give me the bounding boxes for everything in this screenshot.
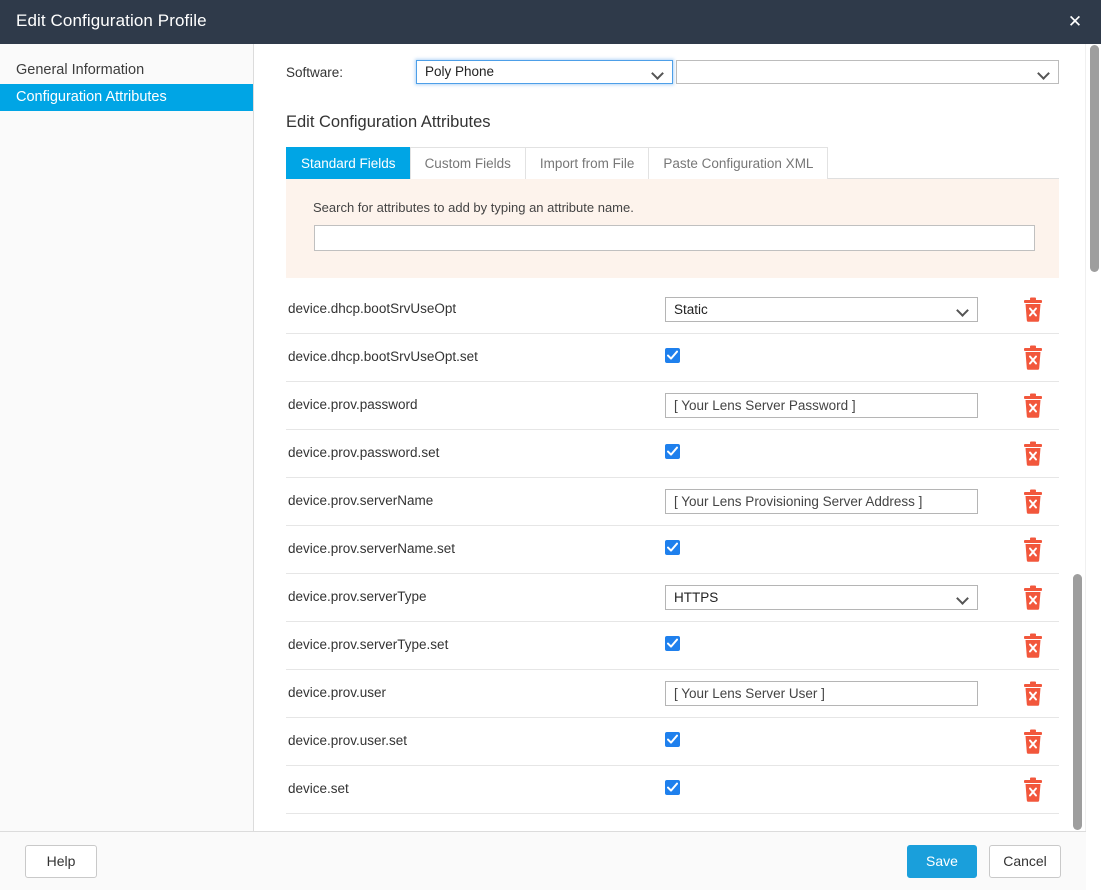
dialog-footer: Help Save Cancel (0, 831, 1086, 890)
tab-custom-fields[interactable]: Custom Fields (409, 147, 526, 179)
delete-attribute-icon[interactable] (1021, 729, 1045, 755)
software-secondary-select[interactable] (676, 60, 1059, 84)
attribute-name-label: device.prov.serverType.set (288, 637, 449, 652)
delete-attribute-icon[interactable] (1021, 585, 1045, 611)
software-label: Software: (286, 65, 344, 80)
attribute-checkbox[interactable] (665, 444, 680, 459)
close-icon[interactable]: ✕ (1062, 10, 1088, 34)
sidebar-item-configuration-attributes[interactable]: Configuration Attributes (0, 84, 253, 111)
sidebar-item-general-information[interactable]: General Information (0, 57, 253, 84)
table-row: device.prov.password (286, 382, 1059, 430)
delete-attribute-icon[interactable] (1021, 633, 1045, 659)
table-row: device.set (286, 766, 1059, 814)
search-hint-label: Search for attributes to add by typing a… (313, 200, 634, 215)
attribute-text-input[interactable] (665, 489, 978, 514)
attribute-control: HTTPS (665, 585, 978, 610)
attribute-name-label: device.prov.serverName (288, 493, 434, 508)
attribute-checkbox[interactable] (665, 540, 680, 555)
table-row: device.prov.serverName (286, 478, 1059, 526)
table-row: device.dhcp.bootSrvUseOpt.set (286, 334, 1059, 382)
page-scrollbar-thumb[interactable] (1090, 45, 1099, 272)
attribute-search-panel: Search for attributes to add by typing a… (286, 179, 1059, 278)
attribute-name-label: device.set (288, 781, 349, 796)
table-row: device.prov.serverName.set (286, 526, 1059, 574)
tab-label: Import from File (539, 156, 635, 171)
delete-attribute-icon[interactable] (1021, 777, 1045, 803)
attribute-name-label: device.prov.serverType (288, 589, 427, 604)
delete-attribute-icon[interactable] (1021, 537, 1045, 563)
table-row: device.prov.password.set (286, 430, 1059, 478)
content-scrollbar-thumb[interactable] (1073, 574, 1082, 830)
attribute-checkbox[interactable] (665, 780, 680, 795)
attribute-select[interactable]: Static (665, 297, 978, 322)
attribute-tabs: Standard Fields Custom Fields Import fro… (286, 147, 1059, 179)
attribute-select[interactable]: HTTPS (665, 585, 978, 610)
save-button[interactable]: Save (907, 845, 977, 878)
table-row: device.prov.user.set (286, 718, 1059, 766)
delete-attribute-icon[interactable] (1021, 441, 1045, 467)
content-pane: Software: Poly Phone Edit Configuration … (254, 44, 1085, 831)
tab-label: Paste Configuration XML (663, 156, 814, 171)
page-scrollbar[interactable] (1085, 44, 1101, 890)
attribute-search-input[interactable] (314, 225, 1035, 251)
dialog-sidebar: General Information Configuration Attrib… (0, 44, 254, 831)
table-row: device.prov.user (286, 670, 1059, 718)
software-select-value: Poly Phone (425, 64, 495, 79)
attribute-control (665, 681, 978, 706)
attribute-control: Static (665, 297, 978, 322)
delete-attribute-icon[interactable] (1021, 345, 1045, 371)
delete-attribute-icon[interactable] (1021, 681, 1045, 707)
help-button[interactable]: Help (25, 845, 97, 878)
tab-standard-fields[interactable]: Standard Fields (286, 147, 411, 179)
dialog-body: General Information Configuration Attrib… (0, 44, 1101, 831)
attribute-select-value: HTTPS (674, 590, 719, 605)
delete-attribute-icon[interactable] (1021, 393, 1045, 419)
attribute-control (665, 393, 978, 418)
attribute-name-label: device.dhcp.bootSrvUseOpt (288, 301, 457, 316)
content-scrollbar[interactable] (1070, 44, 1085, 831)
tab-label: Custom Fields (424, 156, 511, 171)
attribute-checkbox[interactable] (665, 732, 680, 747)
table-row: device.prov.serverType HTTPS (286, 574, 1059, 622)
attribute-name-label: device.prov.serverName.set (288, 541, 456, 556)
table-row: device.prov.serverType.set (286, 622, 1059, 670)
attribute-name-label: device.dhcp.bootSrvUseOpt.set (288, 349, 478, 364)
dialog-titlebar: Edit Configuration Profile ✕ (0, 0, 1101, 44)
attribute-rows: device.dhcp.bootSrvUseOpt Static device.dh… (286, 286, 1059, 814)
sidebar-item-label: Configuration Attributes (16, 89, 167, 105)
attribute-name-label: device.prov.password.set (288, 445, 440, 460)
attribute-control (665, 489, 978, 514)
tab-label: Standard Fields (301, 156, 396, 171)
software-row: Software: Poly Phone (254, 60, 1085, 90)
page-title: Edit Configuration Attributes (286, 113, 491, 131)
edit-configuration-profile-dialog: Edit Configuration Profile ✕ General Inf… (0, 0, 1101, 890)
attribute-name-label: device.prov.password (288, 397, 418, 412)
attribute-checkbox[interactable] (665, 348, 680, 363)
table-row: device.dhcp.bootSrvUseOpt Static (286, 286, 1059, 334)
attribute-text-input[interactable] (665, 393, 978, 418)
delete-attribute-icon[interactable] (1021, 489, 1045, 515)
attribute-select-value: Static (674, 302, 708, 317)
tab-import-from-file[interactable]: Import from File (524, 147, 650, 179)
software-select[interactable]: Poly Phone (416, 60, 673, 84)
tab-paste-configuration-xml[interactable]: Paste Configuration XML (648, 147, 829, 179)
cancel-button[interactable]: Cancel (989, 845, 1061, 878)
attribute-name-label: device.prov.user (288, 685, 387, 700)
sidebar-item-label: General Information (16, 62, 145, 78)
attribute-name-label: device.prov.user.set (288, 733, 408, 748)
attribute-checkbox[interactable] (665, 636, 680, 651)
attribute-text-input[interactable] (665, 681, 978, 706)
dialog-title: Edit Configuration Profile (16, 11, 207, 30)
delete-attribute-icon[interactable] (1021, 297, 1045, 323)
